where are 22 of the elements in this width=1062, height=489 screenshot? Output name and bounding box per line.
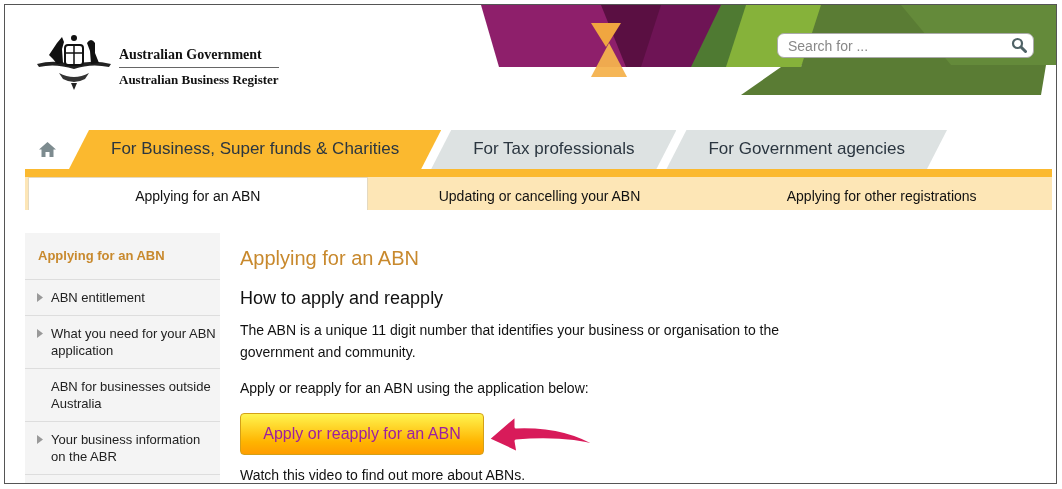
paragraph: The ABN is a unique 11 digit number that identifies your business or organisation to the government and community. [240,321,781,362]
sidebar-item[interactable]: What you need for your ABN application [25,316,220,369]
apply-button[interactable]: Apply or reapply for an ABN [240,413,484,455]
sub-nav-tab[interactable]: Updating or cancelling your ABN [367,176,712,210]
search-field[interactable]: Search for ... [777,33,1034,58]
sidebar-item[interactable]: Your business information on the ABR [25,422,220,475]
nav-tab[interactable]: For Business, Super funds & Charities [69,130,442,169]
home-icon[interactable] [38,142,56,157]
site-title: Australian Government [119,47,279,68]
sub-nav-tab[interactable]: Applying for other registrations [711,176,1052,210]
sub-nav-tab[interactable]: Applying for an ABN [28,176,368,210]
sidebar-item[interactable]: ABN entitlement [25,280,220,316]
section-heading: How to apply and reapply [240,288,445,309]
page-title: Applying for an ABN [240,247,420,270]
nav-tab[interactable]: For Government agencies [666,130,947,169]
video-text: Watch this video to find out more about ABNs. [240,467,527,483]
sidebar-item[interactable]: ABN for businesses outside Australia [25,369,220,422]
nav-tab[interactable]: For Tax professionals [431,130,677,169]
site-subtitle: Australian Business Register [119,71,279,88]
paragraph: Apply or reapply for an ABN using the application below: [240,379,590,398]
search-icon[interactable] [1011,37,1027,53]
sidebar-heading: Applying for an ABN [25,233,220,280]
